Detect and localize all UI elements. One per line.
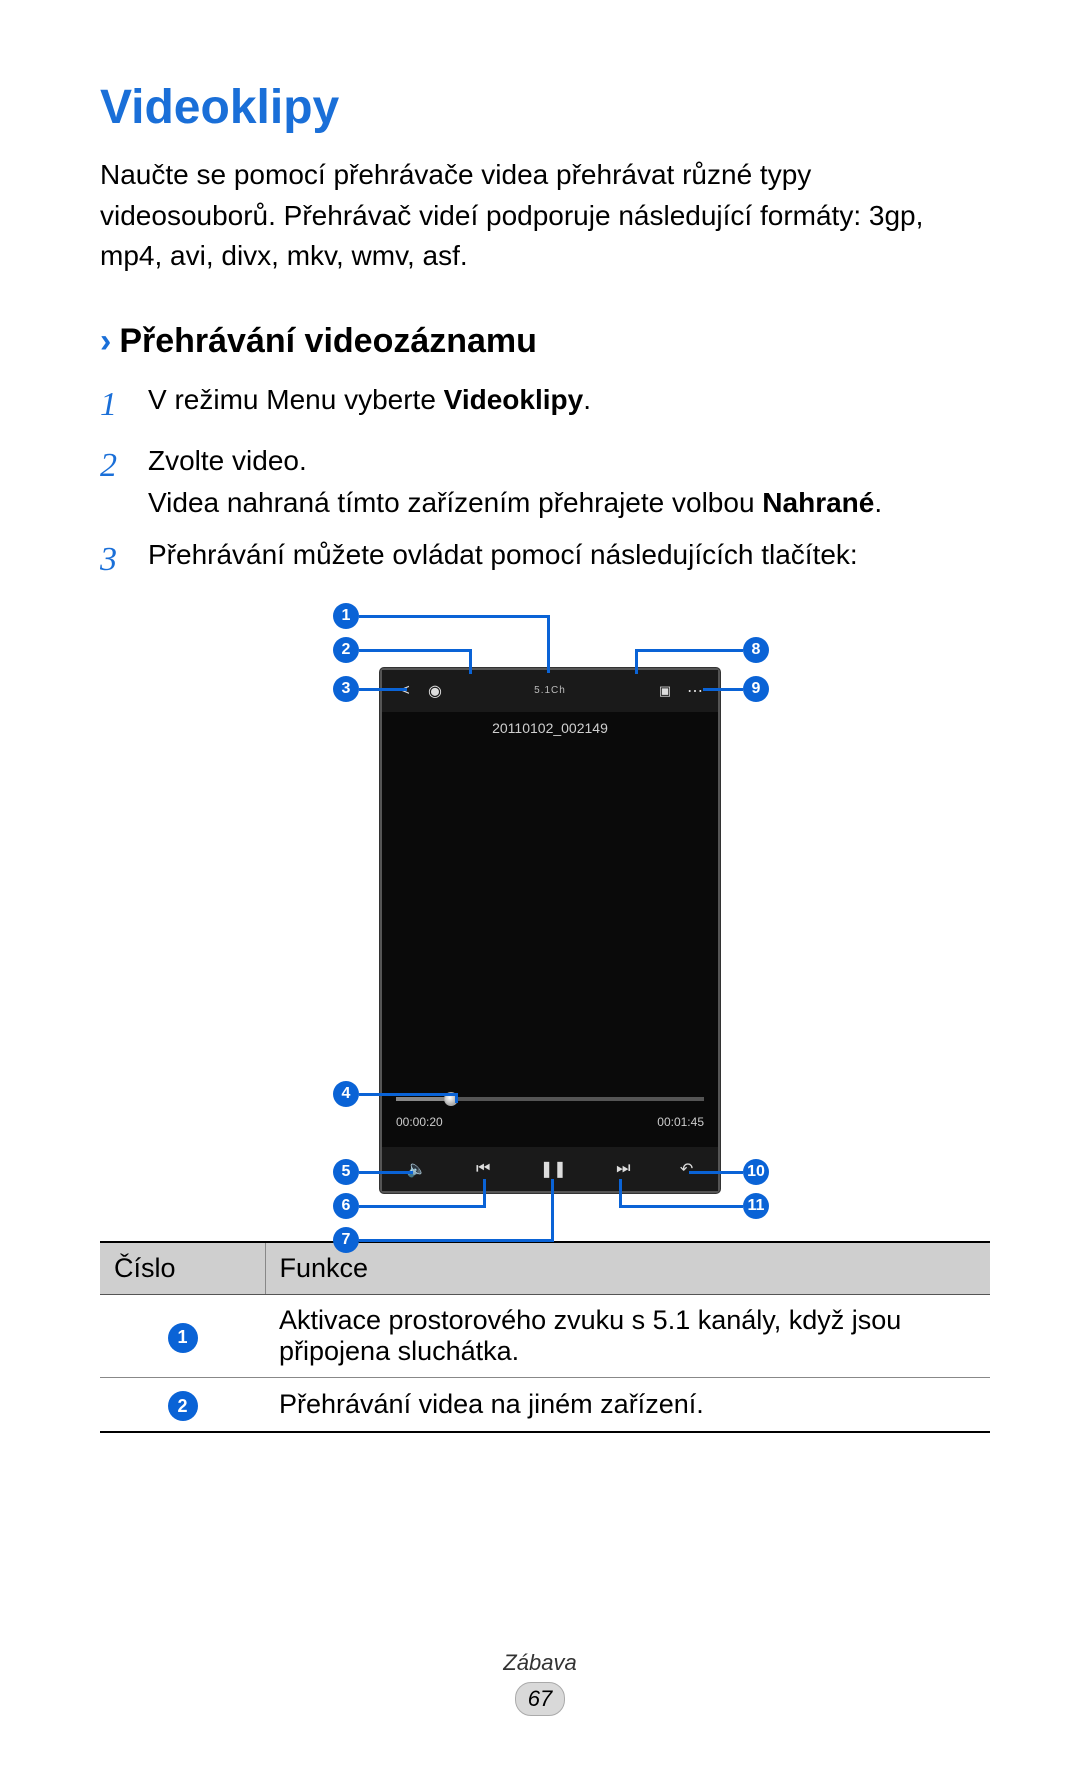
number-badge-icon: 1 <box>168 1323 198 1353</box>
steps-list: 1 V režimu Menu vyberte Videoklipy. 2 Zv… <box>100 379 990 585</box>
section-heading: ›Přehrávání videozáznamu <box>100 322 990 361</box>
step-text-bold: Nahrané <box>762 487 874 518</box>
callout-badge-2: 2 <box>333 637 359 663</box>
callout-line <box>359 1093 457 1096</box>
callout-line <box>547 615 550 673</box>
list-item: 2 Zvolte video. Videa nahraná tímto zaří… <box>100 440 990 524</box>
table-header-number: Číslo <box>100 1242 265 1295</box>
step-body: V režimu Menu vyberte Videoklipy. <box>148 379 990 430</box>
video-filename: 20110102_002149 <box>382 720 718 736</box>
callout-badge-4: 4 <box>333 1081 359 1107</box>
time-current: 00:00:20 <box>396 1115 443 1129</box>
page-footer: Zábava 67 <box>0 1650 1080 1716</box>
callout-line <box>551 1179 554 1242</box>
callout-line <box>359 1239 553 1242</box>
table-cell-number: 2 <box>100 1377 265 1432</box>
list-item: 3 Přehrávání můžete ovládat pomocí násle… <box>100 534 990 585</box>
allshare-icon: ◉ <box>420 681 450 701</box>
figure-container: < ◉ 5.1Ch ▣ ⋯ 20110102_002149 00:00:20 0… <box>100 603 990 1213</box>
step-text: Zvolte video. <box>148 445 307 476</box>
phone-screenshot: < ◉ 5.1Ch ▣ ⋯ 20110102_002149 00:00:20 0… <box>380 668 720 1193</box>
section-heading-text: Přehrávání videozáznamu <box>119 322 537 360</box>
callout-badge-3: 3 <box>333 676 359 702</box>
step-number-icon: 2 <box>100 440 148 524</box>
callout-line <box>455 1093 458 1103</box>
step-number-icon: 3 <box>100 534 148 585</box>
step-number-icon: 1 <box>100 379 148 430</box>
callout-line <box>469 649 472 674</box>
table-header-row: Číslo Funkce <box>100 1242 990 1295</box>
callout-line <box>619 1179 622 1208</box>
callout-badge-9: 9 <box>743 676 769 702</box>
player-top-toolbar: < ◉ 5.1Ch ▣ ⋯ <box>382 670 718 712</box>
callout-badge-6: 6 <box>333 1193 359 1219</box>
step-text: . <box>583 384 591 415</box>
callout-badge-8: 8 <box>743 637 769 663</box>
step-text: Videa nahraná tímto zařízením přehrajete… <box>148 487 762 518</box>
callout-badge-11: 11 <box>743 1193 769 1219</box>
list-item: 1 V režimu Menu vyberte Videoklipy. <box>100 379 990 430</box>
callout-badge-7: 7 <box>333 1227 359 1253</box>
document-page: Videoklipy Naučte se pomocí přehrávače v… <box>0 0 1080 1771</box>
callout-badge-5: 5 <box>333 1159 359 1185</box>
callout-line <box>359 649 471 652</box>
chevron-right-icon: › <box>100 322 111 360</box>
progress-track <box>396 1097 704 1101</box>
previous-icon: ⏮ <box>476 1160 490 1178</box>
step-text-bold: Videoklipy <box>444 384 584 415</box>
callout-badge-1: 1 <box>333 603 359 629</box>
aspect-ratio-icon: ▣ <box>650 683 680 699</box>
step-body: Zvolte video. Videa nahraná tímto zaříze… <box>148 440 990 524</box>
footer-category: Zábava <box>0 1650 1080 1676</box>
callout-line <box>635 649 743 652</box>
pause-icon: ❚❚ <box>540 1159 567 1179</box>
callout-line <box>483 1179 486 1208</box>
function-table: Číslo Funkce 1 Aktivace prostorového zvu… <box>100 1241 990 1434</box>
table-row: 1 Aktivace prostorového zvuku s 5.1 kaná… <box>100 1294 990 1377</box>
callout-line <box>359 1205 485 1208</box>
step-text: . <box>874 487 882 518</box>
callout-line <box>359 688 407 691</box>
page-number-badge: 67 <box>515 1682 565 1716</box>
callout-line <box>635 649 638 674</box>
surround-icon: 5.1Ch <box>450 685 650 696</box>
time-labels: 00:00:20 00:01:45 <box>396 1115 704 1129</box>
step-body: Přehrávání můžete ovládat pomocí následu… <box>148 534 990 585</box>
callout-line <box>619 1205 743 1208</box>
intro-paragraph: Naučte se pomocí přehrávače videa přehrá… <box>100 155 990 277</box>
more-icon: ⋯ <box>680 681 710 701</box>
callout-line <box>689 1171 743 1174</box>
time-total: 00:01:45 <box>657 1115 704 1129</box>
table-cell-number: 1 <box>100 1294 265 1377</box>
page-title: Videoklipy <box>100 80 990 135</box>
volume-icon: 🔈 <box>407 1159 427 1179</box>
callout-badge-10: 10 <box>743 1159 769 1185</box>
back-icon: ↶ <box>680 1159 693 1179</box>
video-player-figure: < ◉ 5.1Ch ▣ ⋯ 20110102_002149 00:00:20 0… <box>245 603 845 1213</box>
callout-line <box>703 688 743 691</box>
number-badge-icon: 2 <box>168 1391 198 1421</box>
next-icon: ⏭ <box>616 1160 630 1178</box>
table-header-function: Funkce <box>265 1242 990 1295</box>
table-cell-function: Aktivace prostorového zvuku s 5.1 kanály… <box>265 1294 990 1377</box>
callout-line <box>359 1171 413 1174</box>
share-icon: < <box>390 682 420 700</box>
table-cell-function: Přehrávání videa na jiném zařízení. <box>265 1377 990 1432</box>
step-text: V režimu Menu vyberte <box>148 384 444 415</box>
table-row: 2 Přehrávání videa na jiném zařízení. <box>100 1377 990 1432</box>
progress-fill <box>396 1097 451 1101</box>
player-bottom-toolbar: 🔈 ⏮ ❚❚ ⏭ ↶ <box>382 1147 718 1191</box>
callout-line <box>359 615 549 618</box>
